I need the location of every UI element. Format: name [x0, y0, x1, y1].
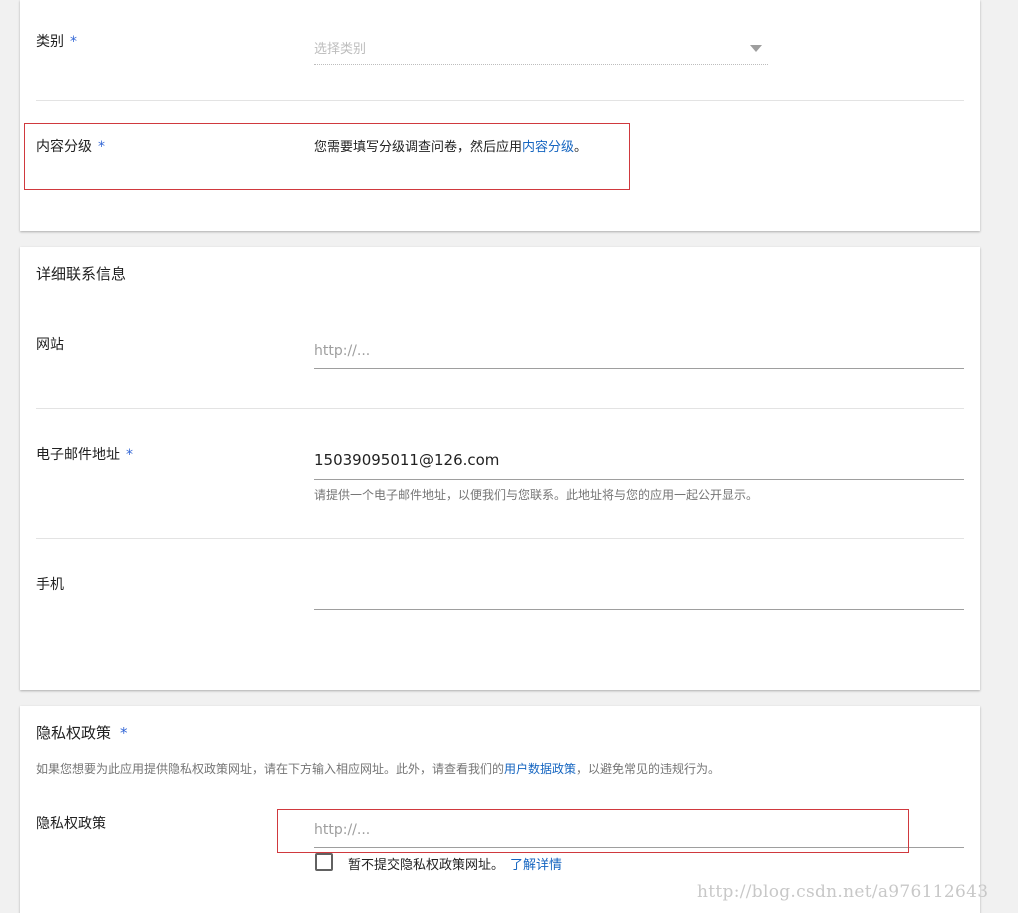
category-select[interactable]: 选择类别: [314, 32, 768, 65]
divider: [36, 538, 964, 539]
category-placeholder: 选择类别: [314, 42, 367, 57]
watermark-text: http://blog.csdn.net/a976112643: [697, 882, 989, 902]
website-input[interactable]: http://...: [314, 335, 964, 369]
required-star: *: [120, 724, 128, 742]
contact-details-card: 详细联系信息 网站 http://... 电子邮件地址 * 15039095011…: [20, 247, 980, 690]
email-value: 15039095011@126.com: [314, 451, 500, 469]
website-placeholder: http://...: [314, 343, 371, 359]
phone-label: 手机: [36, 577, 64, 593]
required-star: *: [126, 447, 133, 463]
skip-privacy-checkbox[interactable]: [315, 853, 333, 871]
learn-more-link[interactable]: 了解详情: [510, 858, 562, 873]
highlight-box: [24, 123, 630, 190]
skip-privacy-label: 暂不提交隐私权政策网址。 了解详情: [348, 858, 563, 873]
email-label: 电子邮件地址 *: [36, 447, 133, 463]
triangle-down-icon[interactable]: [750, 45, 762, 52]
highlight-box: [277, 809, 909, 853]
phone-input[interactable]: [314, 575, 964, 610]
category-label: 类别 *: [36, 34, 77, 50]
store-listing-card: 类别 * 选择类别 内容分级 * 您需要填写分级调查问卷，然后应用内容分级。: [20, 0, 980, 231]
divider: [36, 408, 964, 409]
website-label: 网站: [36, 337, 64, 353]
email-input[interactable]: 15039095011@126.com: [314, 445, 964, 480]
email-helper-text: 请提供一个电子邮件地址，以便我们与您联系。此地址将与您的应用一起公开显示。: [314, 488, 759, 502]
privacy-section-title: 隐私权政策 *: [36, 724, 128, 742]
divider: [36, 100, 964, 101]
contact-section-title: 详细联系信息: [36, 265, 127, 283]
privacy-description: 如果您想要为此应用提供隐私权政策网址，请在下方输入相应网址。此外，请查看我们的用…: [36, 762, 721, 776]
privacy-policy-label: 隐私权政策: [36, 816, 106, 832]
user-data-policy-link[interactable]: 用户数据政策: [504, 762, 576, 776]
required-star: *: [70, 34, 77, 50]
